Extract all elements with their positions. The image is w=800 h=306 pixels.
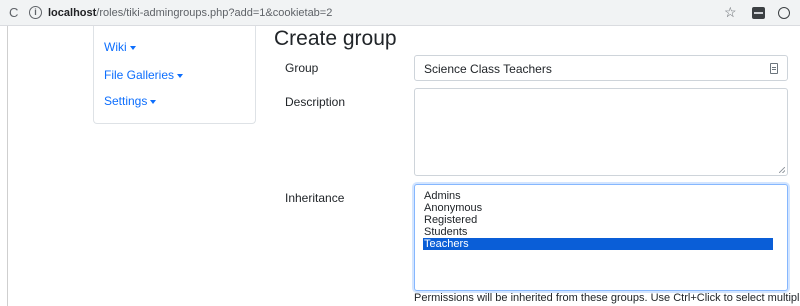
site-info-icon[interactable]: i: [29, 6, 42, 19]
group-label: Group: [285, 61, 319, 75]
description-label: Description: [285, 95, 346, 109]
option-teachers[interactable]: Teachers: [423, 238, 773, 250]
page-title: Create group: [274, 27, 397, 50]
resize-handle-icon[interactable]: [779, 167, 785, 173]
group-name-value: Science Class Teachers: [424, 62, 552, 76]
caret-down-icon: [129, 45, 136, 50]
browser-toolbar: C i localhost/roles/tiki-admingroups.php…: [0, 0, 800, 26]
url-path: /roles/tiki-admingroups.php?add=1&cookie…: [96, 7, 333, 19]
profile-icon[interactable]: [778, 7, 790, 19]
option-students[interactable]: Students: [423, 226, 773, 238]
caret-down-icon: [177, 73, 184, 78]
page-edge-divider: [7, 26, 8, 306]
sidebar-item-settings[interactable]: Settings: [104, 94, 157, 108]
sidebar-item-wiki[interactable]: Wiki: [104, 40, 136, 54]
autofill-icon[interactable]: [770, 63, 778, 74]
extension-icon[interactable]: [752, 7, 765, 19]
inheritance-multiselect[interactable]: Admins Anonymous Registered Students Tea…: [414, 184, 788, 291]
inheritance-help-text: Permissions will be inherited from these…: [414, 292, 800, 304]
caret-down-icon: [150, 99, 157, 104]
address-bar[interactable]: localhost/roles/tiki-admingroups.php?add…: [48, 7, 332, 19]
option-registered[interactable]: Registered: [423, 214, 773, 226]
inheritance-label: Inheritance: [285, 191, 345, 205]
sidebar: Wiki File Galleries Settings: [93, 26, 256, 124]
option-anonymous[interactable]: Anonymous: [423, 202, 773, 214]
reload-icon[interactable]: C: [9, 5, 18, 20]
url-host: localhost: [48, 7, 97, 19]
sidebar-item-label: Wiki: [104, 40, 127, 54]
description-textarea[interactable]: [414, 88, 788, 176]
group-name-input[interactable]: Science Class Teachers: [414, 55, 788, 81]
option-admins[interactable]: Admins: [423, 190, 773, 202]
sidebar-item-label: File Galleries: [104, 68, 175, 82]
sidebar-item-label: Settings: [104, 94, 148, 108]
bookmark-star-icon[interactable]: ☆: [724, 4, 737, 21]
sidebar-item-file-galleries[interactable]: File Galleries: [104, 68, 184, 82]
